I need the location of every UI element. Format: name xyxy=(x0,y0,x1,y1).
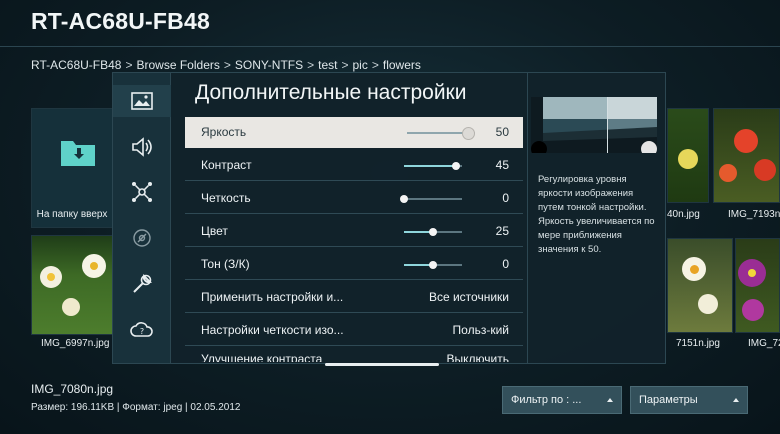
image-tile[interactable] xyxy=(667,108,709,203)
image-tile[interactable] xyxy=(667,238,733,333)
title-divider xyxy=(0,46,780,47)
brightness-slider[interactable] xyxy=(407,127,475,140)
setting-value: 0 xyxy=(502,191,509,205)
folder-up-label: На папку вверх xyxy=(36,209,108,220)
network-icon[interactable] xyxy=(130,180,154,204)
image-tile[interactable] xyxy=(713,108,780,203)
svg-text:?: ? xyxy=(140,327,144,336)
apply-settings-row[interactable]: Применить настройки и... Все источники xyxy=(185,282,523,313)
panel-divider xyxy=(527,73,528,363)
sound-icon[interactable] xyxy=(130,135,154,159)
breadcrumb-separator: > xyxy=(341,58,349,72)
breadcrumb: RT-AC68U-FB48 > Browse Folders > SONY-NTFS > t… xyxy=(31,58,421,72)
image-label: IMG_7193n. xyxy=(728,209,780,220)
setting-value: Выключить xyxy=(446,352,509,362)
folder-icon xyxy=(61,141,95,166)
setting-value: 50 xyxy=(495,125,509,139)
breadcrumb-separator: > xyxy=(223,58,231,72)
setting-label: Яркость xyxy=(201,125,247,139)
color-row[interactable]: Цвет 25 xyxy=(185,216,523,247)
options-button-label: Параметры xyxy=(639,394,698,406)
setting-value: 45 xyxy=(495,158,509,172)
brightness-row[interactable]: Яркость 50 xyxy=(185,117,523,148)
sharpness-settings-row[interactable]: Настройки четкости изо... Польз-кий xyxy=(185,315,523,346)
tint-row[interactable]: Тон (З/К) 0 xyxy=(185,249,523,280)
setting-value: Все источники xyxy=(428,290,509,304)
contrast-row[interactable]: Контраст 45 xyxy=(185,150,523,181)
breadcrumb-separator: > xyxy=(371,58,379,72)
setting-label: Применить настройки и... xyxy=(201,290,344,304)
image-label: IMG_6997n.jpg xyxy=(41,338,110,349)
brightness-preview-image xyxy=(531,97,657,153)
setting-value: Польз-кий xyxy=(452,323,509,337)
image-label: 7151n.jpg xyxy=(676,338,720,349)
filter-button-label: Фильтр по : ... xyxy=(511,394,582,406)
selected-file-name: IMG_7080n.jpg xyxy=(31,382,114,396)
contrast-enhancement-row[interactable]: Улучшение контраста Выключить xyxy=(185,348,523,362)
folder-up-tile[interactable]: На папку вверх xyxy=(31,108,113,228)
image-tile[interactable] xyxy=(735,238,780,333)
setting-value: 25 xyxy=(495,224,509,238)
setting-label: Настройки четкости изо... xyxy=(201,323,344,337)
setting-description: Регулировка уровня яркости изображения п… xyxy=(538,174,655,255)
options-button[interactable]: Параметры xyxy=(630,386,748,414)
contrast-slider[interactable] xyxy=(404,162,462,170)
panel-title: Дополнительные настройки xyxy=(195,81,467,104)
breadcrumb-item[interactable]: pic xyxy=(353,58,368,72)
image-label: 40n.jpg xyxy=(667,209,700,220)
picture-icon[interactable] xyxy=(130,89,154,113)
setting-label: Контраст xyxy=(201,158,252,172)
cloud-support-icon[interactable]: ? xyxy=(130,318,154,342)
setting-value: 0 xyxy=(502,257,509,271)
setting-label: Улучшение контраста xyxy=(201,352,323,362)
breadcrumb-item[interactable]: test xyxy=(318,58,337,72)
advanced-settings-panel: ? Дополнительные настройки Яркость 50 Ко… xyxy=(112,72,666,366)
color-slider[interactable] xyxy=(404,228,462,236)
breadcrumb-separator: > xyxy=(125,58,133,72)
wrench-icon[interactable] xyxy=(130,272,154,296)
sharpness-slider[interactable] xyxy=(400,195,462,203)
breadcrumb-item[interactable]: Browse Folders xyxy=(137,58,220,72)
broadcast-icon[interactable] xyxy=(130,226,154,250)
sharpness-row[interactable]: Четкость 0 xyxy=(185,183,523,214)
breadcrumb-item[interactable]: RT-AC68U-FB48 xyxy=(31,58,121,72)
filter-button[interactable]: Фильтр по : ... xyxy=(502,386,622,414)
breadcrumb-item[interactable]: SONY-NTFS xyxy=(235,58,303,72)
selected-file-info: Размер: 196.11KB | Формат: jpeg | 02.05.… xyxy=(31,402,241,413)
app-title: RT-AC68U-FB48 xyxy=(31,8,210,34)
caret-up-icon xyxy=(733,398,739,402)
setting-label: Тон (З/К) xyxy=(201,257,250,271)
breadcrumb-separator: > xyxy=(307,58,315,72)
scroll-indicator xyxy=(325,363,439,366)
caret-up-icon xyxy=(607,398,613,402)
setting-label: Цвет xyxy=(201,224,228,238)
setting-label: Четкость xyxy=(201,191,251,205)
tint-slider[interactable] xyxy=(404,261,462,269)
image-tile[interactable] xyxy=(31,235,113,335)
image-label: IMG_72 xyxy=(748,338,780,349)
settings-category-bar: ? xyxy=(113,73,171,363)
breadcrumb-item[interactable]: flowers xyxy=(383,58,421,72)
